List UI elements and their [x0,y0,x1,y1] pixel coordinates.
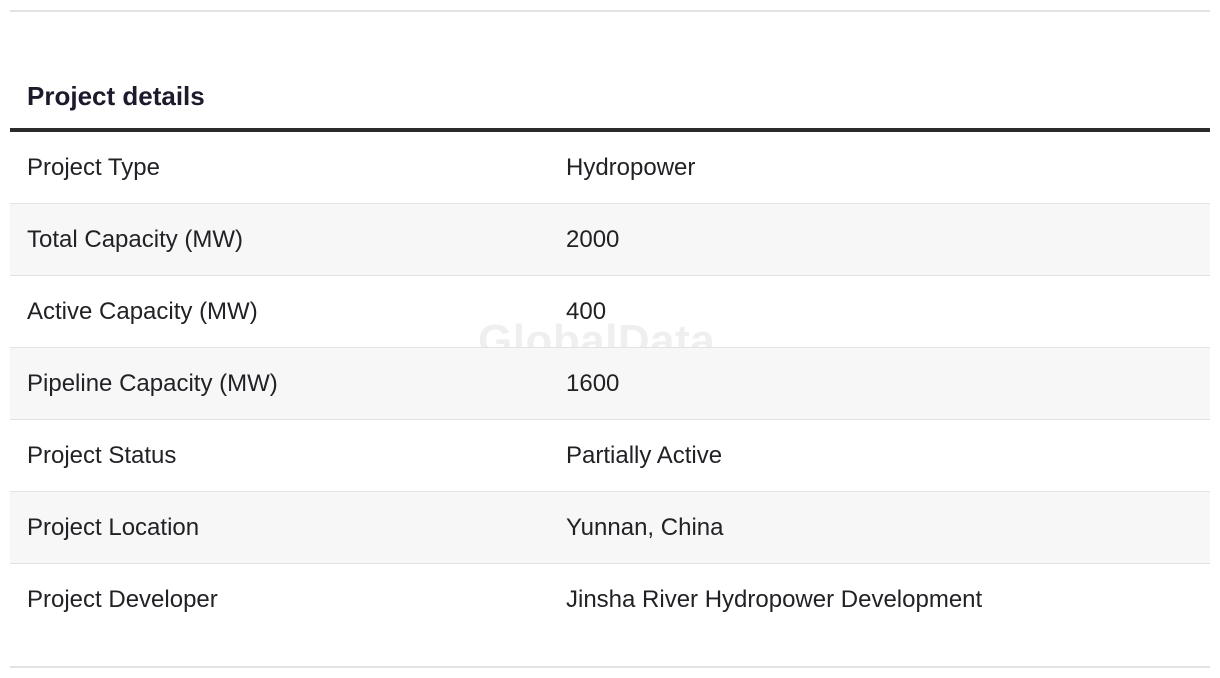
row-value: Partially Active [566,441,723,469]
row-label: Project Developer [27,586,218,613]
row-value: Jinsha River Hydropower Development [566,586,983,613]
row-value: 1600 [566,369,620,397]
table-row: Total Capacity (MW) 2000 [10,204,1210,276]
table-row: Project Developer Jinsha River Hydropowe… [10,564,1210,636]
row-value: 2000 [566,225,620,253]
bottom-divider [10,666,1210,668]
row-label: Project Type [27,153,160,181]
row-label: Project Location [27,513,200,541]
table-row: Pipeline Capacity (MW) 1600 [10,348,1210,420]
table-row: Project Type Hydropower [10,132,1210,204]
project-details-panel: Project details GlobalData Project Type … [0,0,1220,678]
row-value: Hydropower [566,153,696,181]
top-divider [10,10,1210,12]
row-label: Project Status [27,441,177,469]
row-value: 400 [566,297,607,325]
row-label: Pipeline Capacity (MW) [27,369,278,397]
table-row: Project Location Yunnan, China [10,492,1210,564]
table-row: Active Capacity (MW) 400 [10,276,1210,348]
row-value: Yunnan, China [566,513,724,541]
row-label: Total Capacity (MW) [27,225,244,253]
row-label: Active Capacity (MW) [27,297,258,325]
table-row: Project Status Partially Active [10,420,1210,492]
section-title: Project details [27,81,205,111]
project-details-table: Project Type Hydropower Total Capacity (… [10,128,1210,636]
